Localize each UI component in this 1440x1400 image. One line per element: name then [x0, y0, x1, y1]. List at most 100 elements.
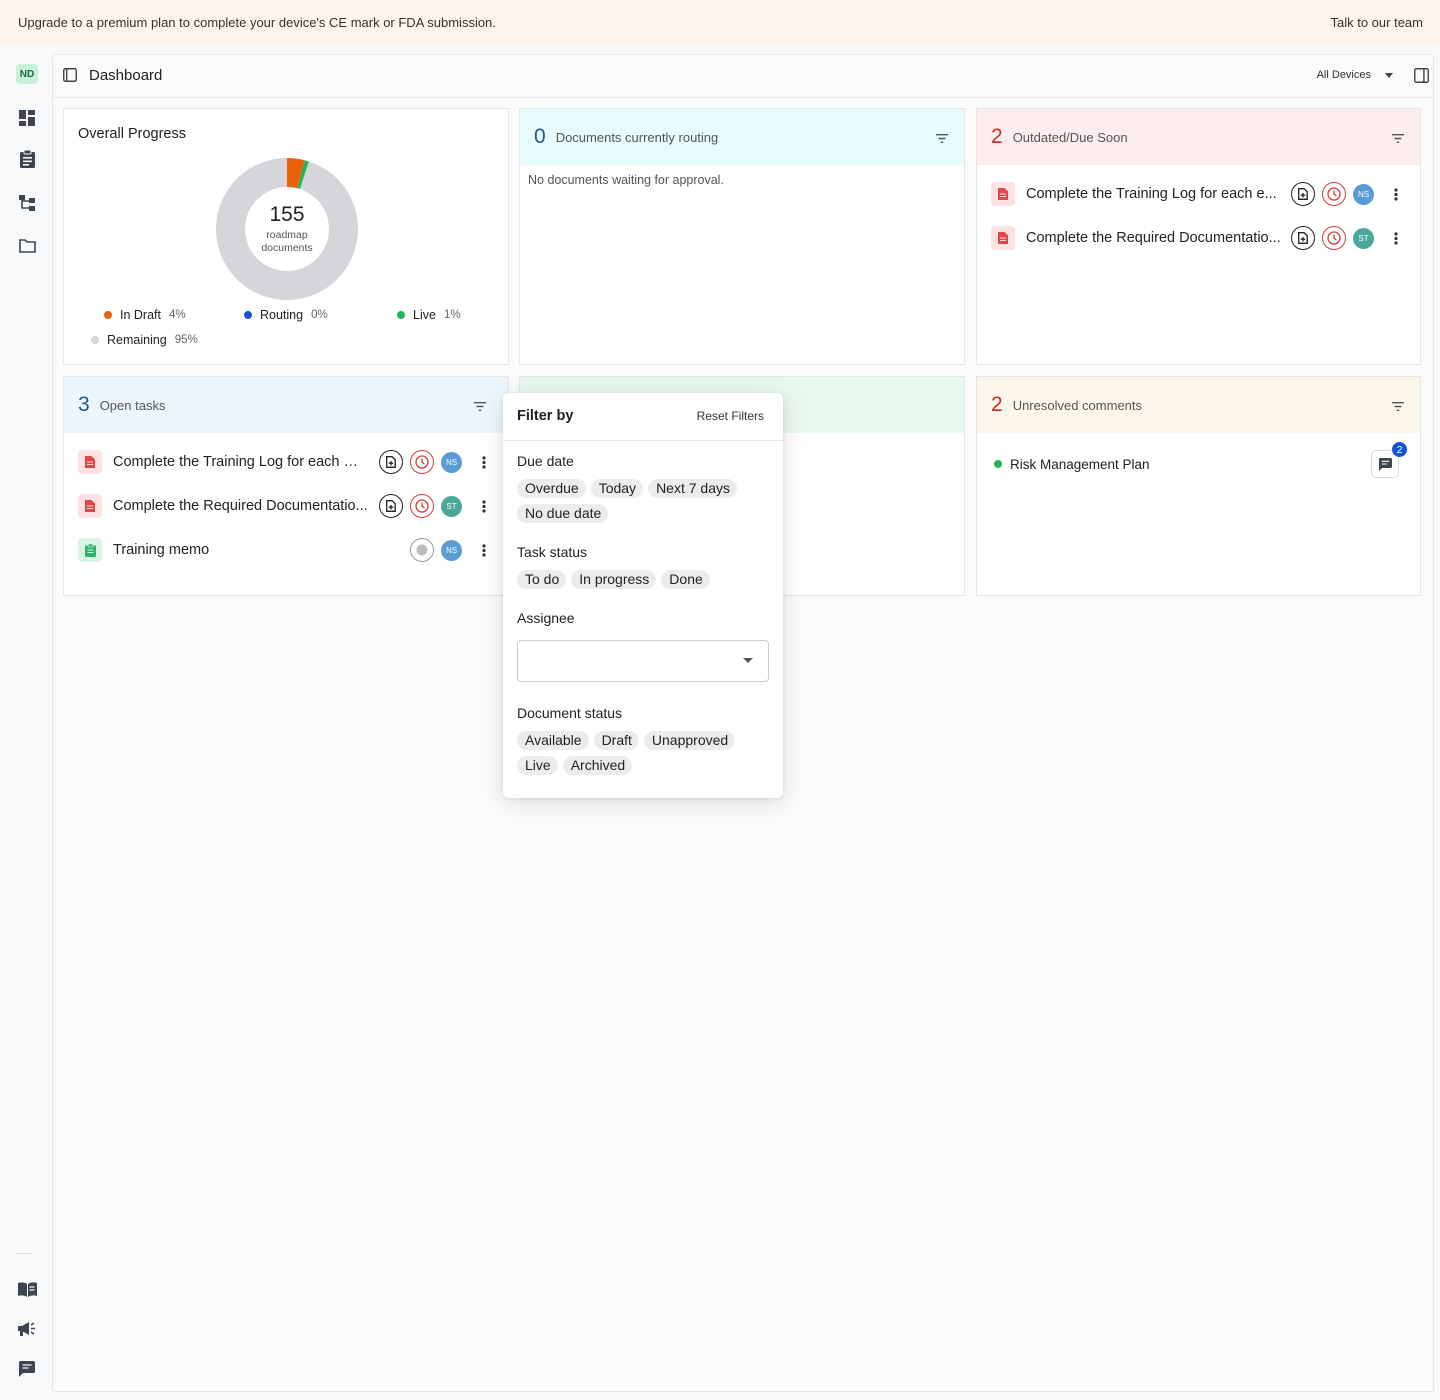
file-add-icon[interactable]	[379, 450, 403, 474]
folder-icon[interactable]	[16, 235, 38, 257]
status-circle-icon[interactable]	[410, 538, 434, 562]
outdated-row-title: Complete the Required Documentatio...	[1026, 230, 1281, 246]
device-select[interactable]: All Devices	[1317, 69, 1393, 81]
filter-icon[interactable]	[474, 398, 486, 416]
filter-title: Filter by	[517, 408, 574, 424]
clipboard-icon[interactable]	[16, 148, 38, 170]
clock-icon[interactable]	[1322, 182, 1346, 206]
document-status-label: Document status	[517, 705, 623, 721]
outdated-row-title: Complete the Training Log for each e...	[1026, 186, 1277, 202]
document-status-chip-available[interactable]: Available	[517, 731, 589, 750]
comment-icon	[1378, 457, 1392, 471]
comment-button[interactable]: 2	[1371, 441, 1408, 478]
assignee-avatar[interactable]: NS	[441, 451, 462, 473]
due-date-chip-next-7-days[interactable]: Next 7 days	[648, 479, 737, 498]
clipboard-icon	[78, 538, 102, 562]
comment-row-title: Risk Management Plan	[1010, 456, 1150, 472]
assignee-avatar[interactable]: NS	[441, 539, 462, 561]
book-icon[interactable]	[16, 1278, 38, 1300]
megaphone-icon[interactable]	[16, 1318, 38, 1340]
more-vertical-icon[interactable]	[477, 538, 491, 562]
sidebar-toggle-icon[interactable]	[63, 68, 77, 87]
task-status-label: Task status	[517, 544, 588, 560]
outdated-row[interactable]: Complete the Required Documentatio... ST	[991, 223, 1411, 253]
clock-icon[interactable]	[410, 450, 434, 474]
task-row[interactable]: Complete the Required Documentatio... ST	[78, 491, 498, 521]
hierarchy-icon[interactable]	[16, 192, 38, 214]
document-status-chip-archived[interactable]: Archived	[562, 756, 633, 775]
workspace-avatar[interactable]: ND	[16, 64, 38, 84]
legend-label: Live	[413, 308, 436, 322]
progress-title: Overall Progress	[78, 126, 186, 142]
routing-card: 0 Documents currently routing No documen…	[519, 108, 965, 365]
tasks-label: Open tasks	[99, 397, 166, 413]
right-panel-toggle-icon[interactable]	[1414, 68, 1429, 88]
assignee-avatar[interactable]: NS	[1353, 183, 1374, 205]
legend-pct: 95%	[174, 334, 198, 346]
page-title: Dashboard	[89, 67, 163, 84]
due-date-chip-today[interactable]: Today	[590, 479, 644, 498]
filter-popover: Filter by Reset Filters Due date Overdue…	[503, 393, 783, 798]
task-row[interactable]: Training memo NS	[78, 535, 498, 565]
clock-icon[interactable]	[1322, 226, 1346, 250]
more-vertical-icon[interactable]	[1389, 226, 1403, 250]
more-vertical-icon[interactable]	[477, 450, 491, 474]
reset-filters-button[interactable]: Reset Filters	[697, 409, 764, 423]
file-add-icon[interactable]	[1291, 226, 1315, 250]
open-tasks-card: 3 Open tasks Complete the Training Log f…	[63, 376, 509, 596]
routing-empty-message: No documents waiting for approval.	[528, 173, 724, 187]
filter-icon[interactable]	[936, 130, 948, 148]
talk-to-team-link[interactable]: Talk to our team	[1331, 15, 1424, 30]
progress-caption-line2: documents	[261, 241, 313, 254]
more-vertical-icon[interactable]	[477, 494, 491, 518]
outdated-card-header: 2 Outdated/Due Soon	[977, 109, 1420, 165]
filter-popover-header: Filter by Reset Filters	[503, 393, 783, 441]
legend-in-draft: In Draft 4%	[104, 308, 186, 322]
task-row[interactable]: Complete the Training Log for each e... …	[78, 447, 498, 477]
comments-card-header: 2 Unresolved comments	[977, 377, 1420, 433]
chat-icon[interactable]	[16, 1358, 38, 1380]
task-row-title: Complete the Training Log for each e...	[113, 454, 363, 470]
legend-label: Remaining	[107, 333, 167, 347]
file-add-icon[interactable]	[1291, 182, 1315, 206]
filter-icon[interactable]	[1392, 130, 1404, 148]
document-status-options: Available Draft Unapproved Live Archived	[517, 731, 773, 775]
document-status-chip-draft[interactable]: Draft	[593, 731, 639, 750]
progress-caption: roadmap documents	[216, 229, 358, 254]
legend-dot	[244, 311, 252, 319]
more-vertical-icon[interactable]	[1389, 182, 1403, 206]
legend-label: Routing	[260, 308, 304, 322]
document-status-chip-unapproved[interactable]: Unapproved	[643, 731, 736, 750]
assignee-avatar[interactable]: ST	[1353, 227, 1374, 249]
assignee-select[interactable]	[517, 640, 769, 682]
due-date-options: Overdue Today Next 7 days No due date	[517, 479, 773, 523]
outdated-card: 2 Outdated/Due Soon Complete the Trainin…	[976, 108, 1421, 365]
task-status-chip-done[interactable]: Done	[661, 570, 710, 589]
due-date-chip-no-due-date[interactable]: No due date	[517, 504, 609, 523]
clock-icon[interactable]	[410, 494, 434, 518]
row-actions: ST	[1291, 226, 1403, 250]
outdated-label: Outdated/Due Soon	[1012, 129, 1128, 145]
document-status-chip-live[interactable]: Live	[517, 756, 558, 775]
row-actions: NS	[1291, 182, 1403, 206]
task-status-chip-in-progress[interactable]: In progress	[571, 570, 657, 589]
chevron-down-icon	[1385, 72, 1393, 78]
assignee-avatar[interactable]: ST	[441, 495, 462, 517]
live-status-dot	[994, 460, 1002, 468]
task-row-title: Complete the Required Documentatio...	[113, 498, 368, 514]
comment-count-badge: 2	[1391, 441, 1408, 458]
legend-dot	[397, 311, 405, 319]
filter-icon[interactable]	[1392, 398, 1404, 416]
file-add-icon[interactable]	[379, 494, 403, 518]
outdated-row[interactable]: Complete the Training Log for each e... …	[991, 179, 1411, 209]
row-actions: ST	[379, 494, 491, 518]
task-status-options: To do In progress Done	[517, 570, 773, 589]
dashboard-icon[interactable]	[16, 107, 38, 129]
legend-live: Live 1%	[397, 308, 461, 322]
comments-count: 2	[991, 393, 1003, 416]
comment-row[interactable]: Risk Management Plan 2	[994, 441, 1408, 479]
due-date-chip-overdue[interactable]: Overdue	[517, 479, 586, 498]
document-icon	[78, 450, 102, 474]
task-status-chip-to-do[interactable]: To do	[517, 570, 567, 589]
tasks-card-header: 3 Open tasks	[64, 377, 508, 433]
